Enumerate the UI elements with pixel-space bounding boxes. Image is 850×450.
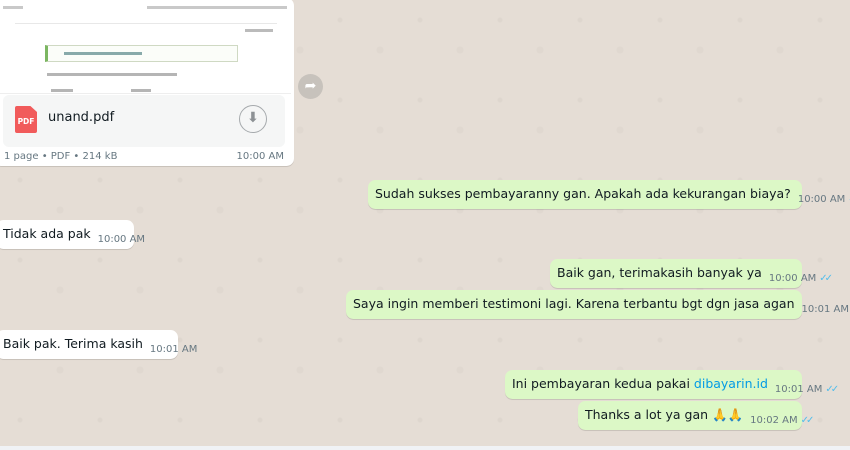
message-time: 10:00 AM [97, 234, 146, 245]
message-bubble-incoming[interactable]: Tidak ada pak 10:00 AM [0, 220, 145, 249]
preview-text-line [64, 52, 142, 55]
message-bubble-outgoing[interactable]: Thanks a lot ya gan 🙏🙏 10:02 AM ✓✓ [578, 401, 814, 430]
message-bubble-outgoing[interactable]: Baik gan, terimakasih banyak ya 10:00 AM ✓… [550, 259, 833, 288]
double-check-icon: ✓✓ [800, 415, 815, 426]
document-preview-thumbnail[interactable] [0, 1, 291, 94]
message-link[interactable]: dibayarin.id [694, 376, 768, 391]
double-check-icon: ✓✓ [825, 384, 839, 395]
double-check-icon: ✓✓ [819, 273, 833, 284]
message-text: Sudah sukses pembayaranny gan. Apakah ad… [375, 186, 791, 201]
preview-brand-line [245, 29, 273, 32]
message-text: Ini pembayaran kedua pakai [512, 376, 694, 391]
forward-arrow-icon[interactable]: ➦ [298, 74, 323, 99]
message-time: 10:00 AM [768, 273, 817, 284]
preview-url-line [147, 6, 287, 9]
message-text: Saya ingin memberi testimoni lagi. Karen… [353, 296, 795, 311]
preview-success-box [45, 45, 238, 62]
message-text: Baik pak. Terima kasih [3, 336, 143, 351]
preview-divider [15, 23, 277, 24]
message-meta: 10:01 AM✓✓ [774, 381, 839, 398]
message-meta: 10:00 AM✓✓ [768, 270, 833, 287]
message-time: 10:01 AM [801, 304, 849, 315]
preview-text-line [3, 6, 23, 9]
message-meta: 10:00 AM✓✓ [798, 191, 850, 208]
message-bubble-incoming[interactable]: Baik pak. Terima kasih 10:01 AM [0, 330, 197, 359]
message-bubble-outgoing[interactable]: Sudah sukses pembayaranny gan. Apakah ad… [368, 180, 850, 209]
preview-text-line [51, 89, 73, 92]
download-icon[interactable]: ⬇ [239, 105, 267, 133]
message-meta: 10:02 AM ✓✓ [750, 412, 815, 429]
pdf-file-icon: PDF [15, 106, 37, 133]
preview-text-line [47, 73, 177, 76]
preview-text-line [131, 89, 151, 92]
message-text: Thanks a lot ya gan 🙏🙏 [585, 407, 744, 422]
message-time: 10:01 AM [149, 344, 198, 355]
message-time: 10:00 AM [797, 194, 846, 205]
document-file-name: unand.pdf [48, 110, 115, 125]
document-file-row[interactable]: PDF unand.pdf ⬇ [3, 95, 285, 147]
composer-bar-edge [0, 446, 850, 450]
message-text: Tidak ada pak [3, 226, 91, 241]
message-bubble-outgoing[interactable]: Ini pembayaran kedua pakai dibayarin.id 1… [505, 370, 839, 399]
message-time: 10:01 AM [774, 384, 823, 395]
document-info: 1 page • PDF • 214 kB [4, 151, 118, 162]
document-message[interactable]: PDF unand.pdf ⬇ 1 page • PDF • 214 kB 10… [0, 0, 294, 166]
message-time: 10:02 AM [750, 415, 798, 426]
message-time: 10:00 AM [236, 151, 284, 162]
message-text: Baik gan, terimakasih banyak ya [557, 265, 762, 280]
message-bubble-outgoing[interactable]: Saya ingin memberi testimoni lagi. Karen… [346, 290, 849, 319]
message-meta: 10:01 AM✓✓ [802, 301, 850, 318]
